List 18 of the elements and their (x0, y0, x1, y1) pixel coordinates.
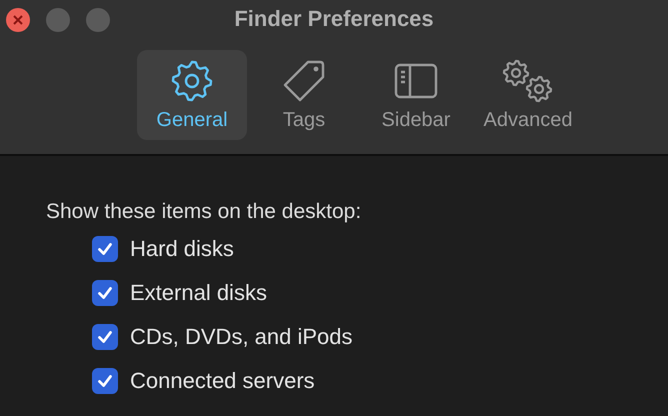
window-title: Finder Preferences (234, 5, 434, 33)
checkbox-label: CDs, DVDs, and iPods (130, 324, 353, 350)
section-heading: Show these items on the desktop: (46, 200, 362, 224)
toolbar-tab[interactable]: Tags (249, 50, 359, 140)
checkbox[interactable] (92, 236, 118, 262)
toolbar-tab[interactable]: General (137, 50, 247, 140)
gear-icon (170, 58, 214, 102)
checkbox-label: Hard disks (130, 236, 234, 262)
tag-icon (282, 58, 326, 102)
checkbox[interactable] (92, 368, 118, 394)
checkbox[interactable] (92, 324, 118, 350)
checkbox[interactable] (92, 280, 118, 306)
checkbox-label: External disks (130, 280, 267, 306)
toolbar-tab[interactable]: Advanced (473, 50, 583, 140)
checkbox-label: Connected servers (130, 368, 315, 394)
close-button[interactable] (6, 8, 30, 32)
gears-icon (501, 58, 555, 102)
toolbar-tab[interactable]: Sidebar (361, 50, 471, 140)
